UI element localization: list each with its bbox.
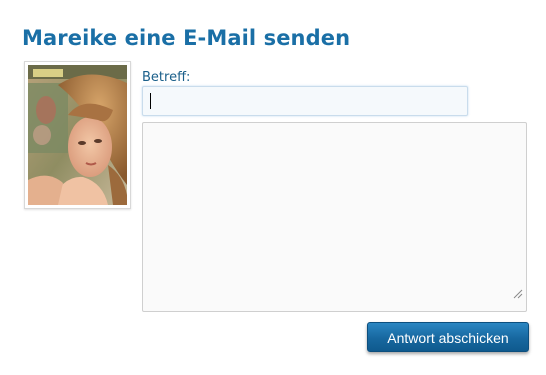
subject-label: Betreff: <box>142 70 191 85</box>
page-title: Mareike eine E-Mail senden <box>22 26 351 50</box>
submit-reply-button[interactable]: Antwort abschicken <box>367 322 529 352</box>
resize-handle-icon[interactable] <box>511 287 523 299</box>
text-cursor <box>150 93 151 109</box>
profile-photo[interactable] <box>24 61 131 209</box>
message-textarea[interactable] <box>142 122 527 312</box>
subject-input[interactable] <box>142 86 468 116</box>
profile-photo-image <box>28 65 127 205</box>
